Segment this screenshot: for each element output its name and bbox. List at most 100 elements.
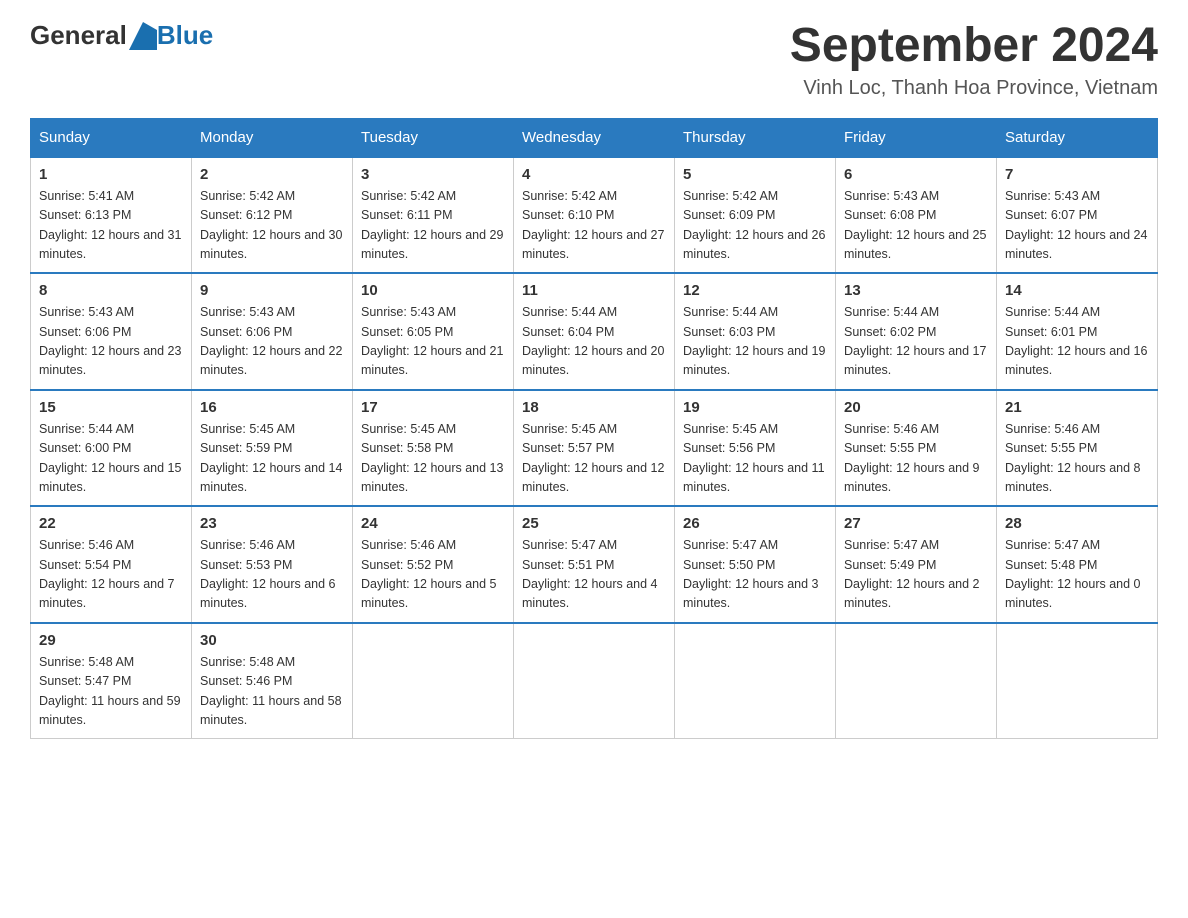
day-number: 7 [1005, 166, 1149, 183]
day-number: 4 [522, 166, 666, 183]
day-info: Sunrise: 5:48 AMSunset: 5:46 PMDaylight:… [200, 653, 344, 731]
calendar-cell: 18 Sunrise: 5:45 AMSunset: 5:57 PMDayligh… [514, 390, 675, 507]
day-info: Sunrise: 5:46 AMSunset: 5:52 PMDaylight:… [361, 536, 505, 614]
day-info: Sunrise: 5:47 AMSunset: 5:48 PMDaylight:… [1005, 536, 1149, 614]
day-info: Sunrise: 5:41 AMSunset: 6:13 PMDaylight:… [39, 187, 183, 265]
logo-icon [129, 22, 157, 50]
column-header-saturday: Saturday [997, 118, 1158, 157]
day-number: 10 [361, 282, 505, 299]
calendar-cell: 5 Sunrise: 5:42 AMSunset: 6:09 PMDaylight… [675, 157, 836, 274]
day-number: 16 [200, 399, 344, 416]
day-info: Sunrise: 5:45 AMSunset: 5:57 PMDaylight:… [522, 420, 666, 498]
day-info: Sunrise: 5:42 AMSunset: 6:11 PMDaylight:… [361, 187, 505, 265]
day-number: 18 [522, 399, 666, 416]
calendar-cell: 23Sunrise: 5:46 AMSunset: 5:53 PMDayligh… [192, 506, 353, 623]
calendar-cell: 20Sunrise: 5:46 AMSunset: 5:55 PMDayligh… [836, 390, 997, 507]
calendar-cell: 11 Sunrise: 5:44 AMSunset: 6:04 PMDayligh… [514, 273, 675, 390]
calendar-cell [836, 623, 997, 739]
calendar-cell: 8 Sunrise: 5:43 AMSunset: 6:06 PMDaylight… [31, 273, 192, 390]
calendar-week-row: 29Sunrise: 5:48 AMSunset: 5:47 PMDayligh… [31, 623, 1158, 739]
calendar-subtitle: Vinh Loc, Thanh Hoa Province, Vietnam [790, 77, 1158, 100]
calendar-cell: 4 Sunrise: 5:42 AMSunset: 6:10 PMDaylight… [514, 157, 675, 274]
day-number: 13 [844, 282, 988, 299]
calendar-title: September 2024 [790, 20, 1158, 73]
day-info: Sunrise: 5:44 AMSunset: 6:02 PMDaylight:… [844, 303, 988, 381]
calendar-cell: 1 Sunrise: 5:41 AMSunset: 6:13 PMDaylight… [31, 157, 192, 274]
day-number: 27 [844, 515, 988, 532]
day-info: Sunrise: 5:44 AMSunset: 6:00 PMDaylight:… [39, 420, 183, 498]
day-number: 1 [39, 166, 183, 183]
day-info: Sunrise: 5:45 AMSunset: 5:56 PMDaylight:… [683, 420, 827, 498]
calendar-cell: 21 Sunrise: 5:46 AMSunset: 5:55 PMDayligh… [997, 390, 1158, 507]
calendar-cell: 15 Sunrise: 5:44 AMSunset: 6:00 PMDayligh… [31, 390, 192, 507]
day-number: 23 [200, 515, 344, 532]
calendar-cell: 14 Sunrise: 5:44 AMSunset: 6:01 PMDayligh… [997, 273, 1158, 390]
calendar-cell: 26Sunrise: 5:47 AMSunset: 5:50 PMDayligh… [675, 506, 836, 623]
calendar-cell: 10Sunrise: 5:43 AMSunset: 6:05 PMDayligh… [353, 273, 514, 390]
calendar-cell: 7 Sunrise: 5:43 AMSunset: 6:07 PMDaylight… [997, 157, 1158, 274]
calendar-cell: 2 Sunrise: 5:42 AMSunset: 6:12 PMDaylight… [192, 157, 353, 274]
day-number: 28 [1005, 515, 1149, 532]
day-info: Sunrise: 5:44 AMSunset: 6:04 PMDaylight:… [522, 303, 666, 381]
day-info: Sunrise: 5:42 AMSunset: 6:12 PMDaylight:… [200, 187, 344, 265]
calendar-cell [997, 623, 1158, 739]
calendar-cell: 24 Sunrise: 5:46 AMSunset: 5:52 PMDayligh… [353, 506, 514, 623]
day-number: 25 [522, 515, 666, 532]
day-number: 14 [1005, 282, 1149, 299]
column-header-tuesday: Tuesday [353, 118, 514, 157]
calendar-cell: 19Sunrise: 5:45 AMSunset: 5:56 PMDayligh… [675, 390, 836, 507]
day-number: 15 [39, 399, 183, 416]
title-area: September 2024 Vinh Loc, Thanh Hoa Provi… [790, 20, 1158, 100]
day-info: Sunrise: 5:44 AMSunset: 6:03 PMDaylight:… [683, 303, 827, 381]
logo-text-general: General [30, 20, 127, 51]
calendar-table: SundayMondayTuesdayWednesdayThursdayFrid… [30, 118, 1158, 740]
calendar-cell: 27 Sunrise: 5:47 AMSunset: 5:49 PMDayligh… [836, 506, 997, 623]
day-info: Sunrise: 5:46 AMSunset: 5:54 PMDaylight:… [39, 536, 183, 614]
day-info: Sunrise: 5:43 AMSunset: 6:07 PMDaylight:… [1005, 187, 1149, 265]
calendar-week-row: 1 Sunrise: 5:41 AMSunset: 6:13 PMDaylight… [31, 157, 1158, 274]
day-number: 24 [361, 515, 505, 532]
day-number: 12 [683, 282, 827, 299]
logo-text-blue: Blue [157, 20, 213, 51]
day-number: 30 [200, 632, 344, 649]
calendar-cell [514, 623, 675, 739]
calendar-cell: 28 Sunrise: 5:47 AMSunset: 5:48 PMDayligh… [997, 506, 1158, 623]
calendar-cell: 29Sunrise: 5:48 AMSunset: 5:47 PMDayligh… [31, 623, 192, 739]
day-info: Sunrise: 5:44 AMSunset: 6:01 PMDaylight:… [1005, 303, 1149, 381]
column-header-monday: Monday [192, 118, 353, 157]
calendar-cell: 17 Sunrise: 5:45 AMSunset: 5:58 PMDayligh… [353, 390, 514, 507]
day-number: 6 [844, 166, 988, 183]
day-number: 5 [683, 166, 827, 183]
day-number: 22 [39, 515, 183, 532]
column-header-thursday: Thursday [675, 118, 836, 157]
logo: General Blue [30, 20, 213, 51]
day-number: 2 [200, 166, 344, 183]
day-info: Sunrise: 5:48 AMSunset: 5:47 PMDaylight:… [39, 653, 183, 731]
calendar-cell: 22 Sunrise: 5:46 AMSunset: 5:54 PMDayligh… [31, 506, 192, 623]
day-number: 21 [1005, 399, 1149, 416]
calendar-cell: 12 Sunrise: 5:44 AMSunset: 6:03 PMDayligh… [675, 273, 836, 390]
day-info: Sunrise: 5:46 AMSunset: 5:55 PMDaylight:… [1005, 420, 1149, 498]
day-info: Sunrise: 5:47 AMSunset: 5:51 PMDaylight:… [522, 536, 666, 614]
day-info: Sunrise: 5:47 AMSunset: 5:49 PMDaylight:… [844, 536, 988, 614]
day-info: Sunrise: 5:43 AMSunset: 6:08 PMDaylight:… [844, 187, 988, 265]
calendar-week-row: 22 Sunrise: 5:46 AMSunset: 5:54 PMDayligh… [31, 506, 1158, 623]
calendar-cell: 16 Sunrise: 5:45 AMSunset: 5:59 PMDayligh… [192, 390, 353, 507]
day-info: Sunrise: 5:46 AMSunset: 5:55 PMDaylight:… [844, 420, 988, 498]
day-number: 11 [522, 282, 666, 299]
day-info: Sunrise: 5:45 AMSunset: 5:59 PMDaylight:… [200, 420, 344, 498]
column-header-wednesday: Wednesday [514, 118, 675, 157]
day-info: Sunrise: 5:45 AMSunset: 5:58 PMDaylight:… [361, 420, 505, 498]
calendar-cell: 25 Sunrise: 5:47 AMSunset: 5:51 PMDayligh… [514, 506, 675, 623]
calendar-cell: 13 Sunrise: 5:44 AMSunset: 6:02 PMDayligh… [836, 273, 997, 390]
day-number: 8 [39, 282, 183, 299]
day-number: 17 [361, 399, 505, 416]
calendar-cell [353, 623, 514, 739]
day-info: Sunrise: 5:42 AMSunset: 6:10 PMDaylight:… [522, 187, 666, 265]
day-number: 26 [683, 515, 827, 532]
column-header-friday: Friday [836, 118, 997, 157]
day-number: 3 [361, 166, 505, 183]
day-info: Sunrise: 5:43 AMSunset: 6:06 PMDaylight:… [39, 303, 183, 381]
day-number: 9 [200, 282, 344, 299]
day-info: Sunrise: 5:42 AMSunset: 6:09 PMDaylight:… [683, 187, 827, 265]
